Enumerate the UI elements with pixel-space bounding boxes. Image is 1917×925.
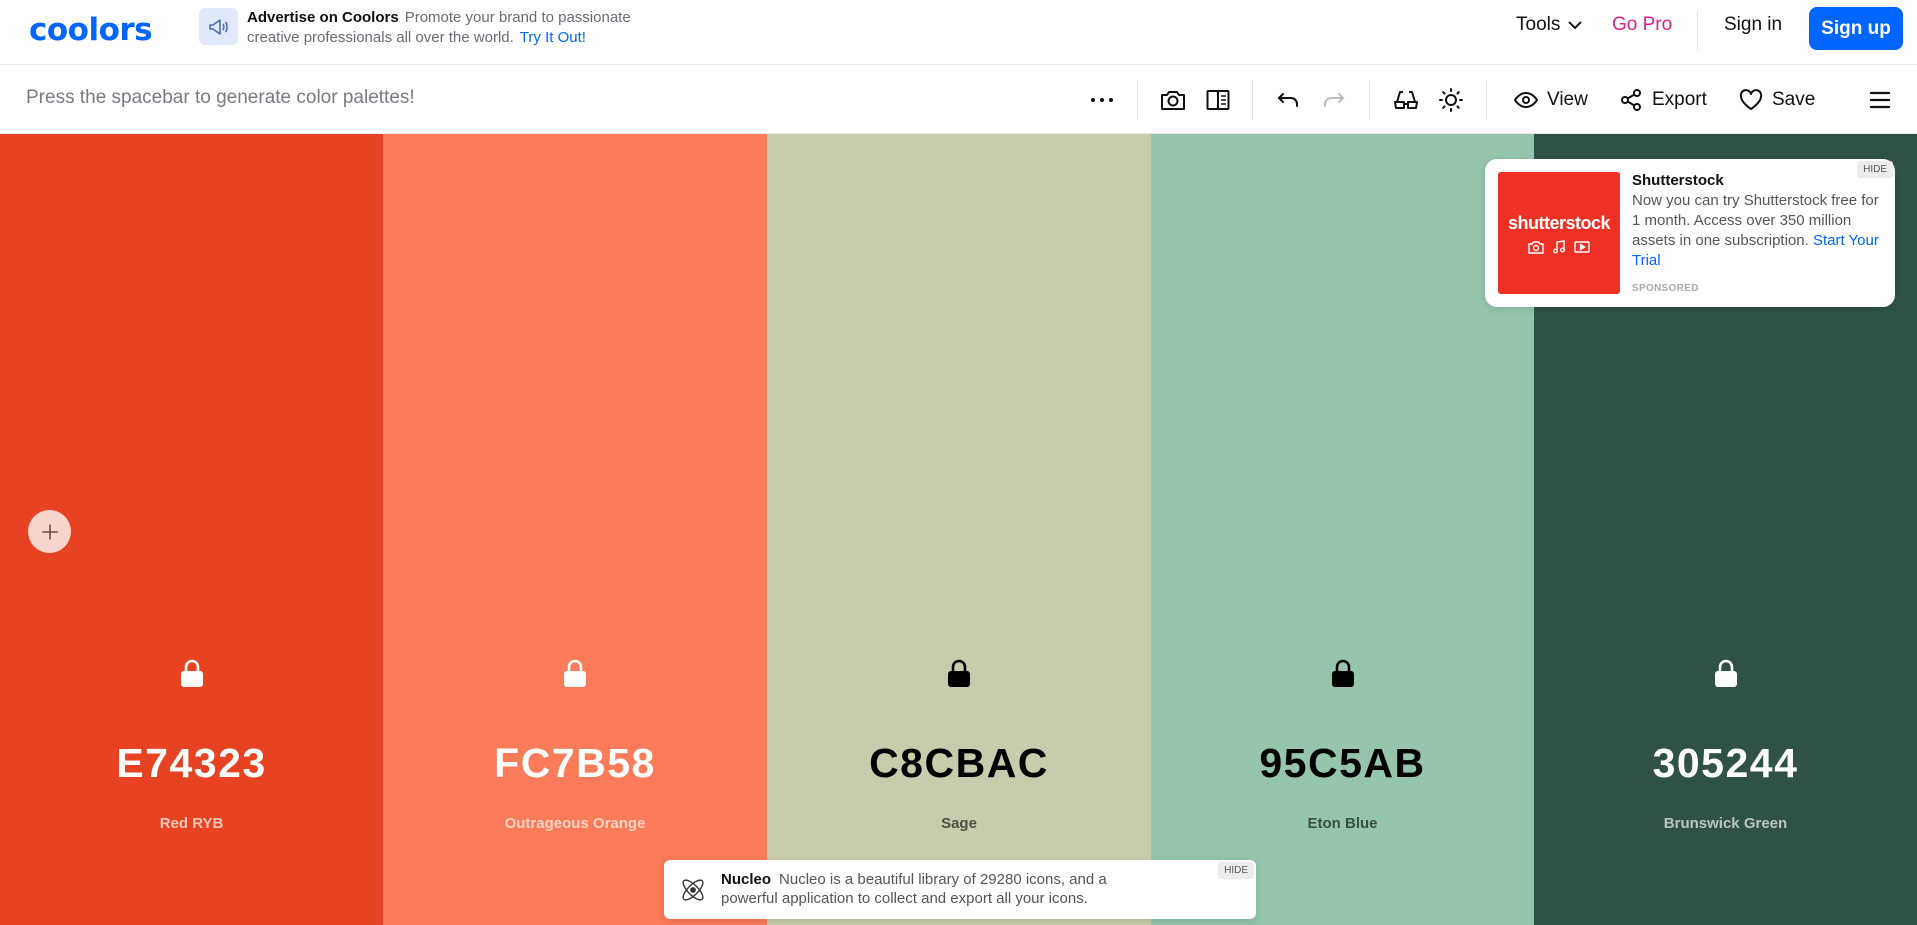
lock-icon[interactable] [1330, 658, 1356, 688]
hide-ad-button[interactable]: HIDE [1857, 161, 1893, 178]
hex-code[interactable]: C8CBAC [767, 740, 1151, 787]
color-name[interactable]: Red RYB [0, 815, 383, 832]
spacebar-hint: Press the spacebar to generate color pal… [26, 87, 415, 108]
sign-up-button[interactable]: Sign up [1809, 7, 1903, 50]
toolbar: Press the spacebar to generate color pal… [0, 66, 1917, 134]
color-swatch[interactable]: 95C5AB Eton Blue [1151, 134, 1534, 925]
color-name[interactable]: Outrageous Orange [383, 815, 767, 832]
bottom-ad-description: Nucleo is a beautiful library of 29280 i… [721, 871, 1107, 907]
add-color-button[interactable] [28, 510, 71, 553]
hex-code[interactable]: 305244 [1534, 740, 1917, 787]
export-label: Export [1652, 89, 1707, 110]
lock-icon[interactable] [946, 658, 972, 688]
coolors-logo[interactable]: coolors [29, 12, 153, 48]
shutterstock-logo[interactable]: shutterstock [1498, 172, 1620, 294]
menu-button[interactable] [1867, 86, 1893, 114]
bottom-ad-text: Nucleo Nucleo is a beautiful library of 2… [721, 870, 1161, 908]
bottom-ad-banner[interactable]: Nucleo Nucleo is a beautiful library of 2… [664, 860, 1256, 919]
promo-title: Advertise on Coolors [247, 9, 399, 26]
chevron-down-icon [1568, 20, 1583, 30]
sponsored-ad-card[interactable]: shutterstock Shutterstock Now you can tr… [1485, 159, 1895, 307]
sign-in-link[interactable]: Sign in [1724, 14, 1782, 36]
export-button[interactable]: Export [1619, 86, 1707, 114]
hex-code[interactable]: FC7B58 [383, 740, 767, 787]
toolbar-divider [1486, 80, 1487, 120]
glasses-icon [1393, 90, 1419, 110]
undo-icon [1277, 92, 1299, 108]
plus-icon [41, 523, 59, 541]
promo-link[interactable]: Try It Out! [520, 29, 586, 46]
advertise-promo[interactable]: Advertise on Coolors Promote your brand t… [199, 8, 667, 48]
video-icon [1574, 240, 1590, 253]
ad-media-icons [1528, 239, 1590, 254]
promo-text: Advertise on Coolors Promote your brand t… [247, 8, 667, 48]
hex-code[interactable]: 95C5AB [1151, 740, 1534, 787]
view-label: View [1547, 89, 1588, 110]
toolbar-divider [1252, 80, 1253, 120]
tools-menu[interactable]: Tools [1516, 14, 1583, 36]
redo-icon [1323, 92, 1345, 108]
color-swatch[interactable]: FC7B58 Outrageous Orange [383, 134, 767, 925]
color-name[interactable]: Sage [767, 815, 1151, 832]
layout-icon [1206, 89, 1230, 111]
share-icon [1619, 88, 1643, 112]
go-pro-link[interactable]: Go Pro [1612, 14, 1672, 36]
save-button[interactable]: Save [1739, 86, 1815, 114]
menu-icon [1869, 91, 1891, 109]
lock-icon[interactable] [1713, 658, 1739, 688]
tools-label: Tools [1516, 14, 1561, 35]
camera-icon [1528, 240, 1544, 254]
color-name[interactable]: Eton Blue [1151, 815, 1534, 832]
sponsored-label: SPONSORED [1632, 283, 1699, 294]
lock-icon[interactable] [562, 658, 588, 688]
color-name[interactable]: Brunswick Green [1534, 815, 1917, 832]
ad-body: Now you can try Shutterstock free for 1 … [1632, 191, 1882, 271]
sun-icon [1439, 88, 1463, 112]
camera-button[interactable] [1159, 86, 1187, 114]
top-nav: coolors Advertise on Coolors Promote your… [0, 0, 1917, 65]
music-icon [1553, 239, 1565, 253]
toolbar-divider [1369, 80, 1370, 120]
color-blindness-button[interactable] [1392, 86, 1420, 114]
hide-bottom-ad-button[interactable]: HIDE [1218, 862, 1254, 879]
lock-icon[interactable] [179, 658, 205, 688]
hex-code[interactable]: E74323 [0, 740, 383, 787]
nucleo-icon [678, 875, 708, 905]
undo-button[interactable] [1275, 86, 1301, 114]
theme-toggle-button[interactable] [1437, 86, 1465, 114]
bottom-ad-title[interactable]: Nucleo [721, 871, 771, 888]
layout-button[interactable] [1204, 86, 1232, 114]
more-icon [1090, 97, 1114, 103]
ad-title[interactable]: Shutterstock [1632, 172, 1724, 189]
megaphone-icon [199, 8, 238, 45]
ad-brand: shutterstock [1507, 212, 1611, 233]
nav-divider [1697, 11, 1698, 51]
more-options-button[interactable] [1087, 86, 1117, 114]
redo-button[interactable] [1321, 86, 1347, 114]
eye-icon [1514, 91, 1538, 109]
color-swatch[interactable]: C8CBAC Sage [767, 134, 1151, 925]
view-button[interactable]: View [1514, 86, 1588, 114]
save-label: Save [1772, 89, 1816, 110]
toolbar-divider [1137, 80, 1138, 120]
heart-icon [1739, 89, 1763, 111]
camera-icon [1160, 89, 1186, 111]
